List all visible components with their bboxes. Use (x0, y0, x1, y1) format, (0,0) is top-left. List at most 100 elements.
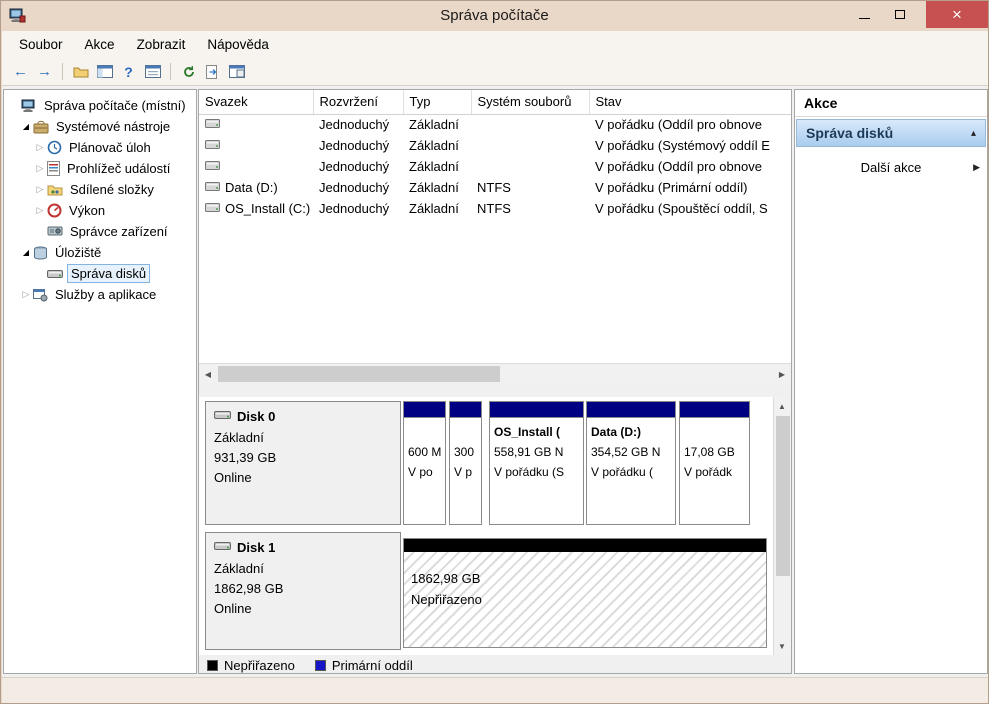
menu-soubor[interactable]: Soubor (8, 33, 74, 56)
close-button[interactable]: × (926, 1, 988, 28)
volume-row[interactable]: Data (D:) Jednoduchý Základní NTFS V poř… (199, 177, 791, 198)
partition-efi[interactable]: 300 V p (449, 401, 482, 525)
cell-type: Základní (403, 114, 471, 135)
new-window-icon[interactable] (226, 61, 247, 82)
tree-root-label: Správa počítače (místní) (41, 97, 189, 114)
partition-color-bar (450, 402, 481, 418)
tree-item-device-manager[interactable]: Správce zařízení (4, 221, 196, 242)
cell-filesystem: NTFS (471, 177, 589, 198)
volume-row[interactable]: OS_Install (C:) Jednoduchý Základní NTFS… (199, 198, 791, 219)
cell-layout: Jednoduchý (313, 114, 403, 135)
unallocated-region[interactable]: 1862,98 GB Nepřiřazeno (403, 538, 767, 648)
tree-item-task-scheduler[interactable]: ▷ Plánovač úloh (4, 137, 196, 158)
volume-list: Svazek Rozvržení Typ Systém souborů Stav… (199, 90, 791, 219)
scroll-up-icon[interactable]: ▲ (773, 397, 791, 415)
cell-volume-name (199, 135, 313, 156)
expanded-twisty-icon[interactable]: ◢ (20, 122, 32, 131)
tree-item-label: Výkon (66, 202, 108, 219)
show-console-tree-icon[interactable] (94, 61, 115, 82)
cell-filesystem (471, 114, 589, 135)
disk-icon (214, 407, 231, 427)
disk-status: Online (214, 599, 392, 619)
cell-type: Základní (403, 177, 471, 198)
collapsed-twisty-icon[interactable]: ▷ (34, 184, 46, 195)
system-tools-icon (33, 120, 49, 134)
legend-unallocated-swatch (207, 660, 218, 671)
vertical-scrollbar[interactable]: ▲ ▼ (773, 397, 791, 655)
more-actions[interactable]: Další akce ▶ (795, 155, 987, 179)
export-list-icon[interactable] (202, 61, 223, 82)
col-header-system-souboru[interactable]: Systém souborů (471, 90, 589, 114)
vscroll-thumb[interactable] (776, 416, 790, 576)
col-header-svazek[interactable]: Svazek (199, 90, 313, 114)
scroll-left-icon[interactable]: ◀ (199, 365, 217, 383)
tree-item-disk-management[interactable]: Správa disků (4, 263, 196, 284)
tree-item-label: Plánovač úloh (66, 139, 154, 156)
pane-splitter[interactable] (199, 383, 791, 397)
properties-window-icon[interactable] (142, 61, 163, 82)
actions-section-sprava-disku[interactable]: Správa disků ▴ (796, 119, 986, 147)
drive-icon (205, 138, 220, 153)
back-icon[interactable]: ← (10, 61, 31, 82)
tree-item-label: Úložiště (52, 244, 104, 261)
cell-volume-name: Data (D:) (199, 177, 313, 198)
tree-root-computer-management[interactable]: Správa počítače (místní) (4, 95, 196, 116)
disk-graphical-view: Disk 0 Základní 931,39 GB Online 600 M V… (199, 397, 791, 655)
scroll-down-icon[interactable]: ▼ (773, 637, 791, 655)
collapsed-twisty-icon[interactable]: ▷ (34, 142, 46, 153)
tree-item-storage[interactable]: ◢ Úložiště (4, 242, 196, 263)
disk1-info[interactable]: Disk 1 Základní 1862,98 GB Online (205, 532, 401, 650)
up-one-level-icon[interactable] (70, 61, 91, 82)
cell-type: Základní (403, 156, 471, 177)
disk0-info[interactable]: Disk 0 Základní 931,39 GB Online (205, 401, 401, 525)
tree-item-services-applications[interactable]: ▷ Služby a aplikace (4, 284, 196, 305)
minimize-button[interactable] (847, 1, 881, 28)
scroll-right-icon[interactable]: ▶ (773, 365, 791, 383)
cell-volume-name: OS_Install (C:) (199, 198, 313, 219)
drive-icon (205, 159, 220, 174)
maximize-icon (895, 10, 905, 19)
partition-data[interactable]: Data (D:) 354,52 GB N V pořádku ( (586, 401, 676, 525)
tree-item-label-selected: Správa disků (67, 264, 150, 283)
cell-filesystem (471, 156, 589, 177)
disk-type: Základní (214, 428, 392, 448)
legend-unallocated-label: Nepřiřazeno (224, 658, 295, 673)
partition-recovery-2[interactable]: 17,08 GB V pořádk (679, 401, 750, 525)
tree-item-event-viewer[interactable]: ▷ Prohlížeč událostí (4, 158, 196, 179)
partition-status: V pořádku (S (494, 462, 581, 482)
disk-type: Základní (214, 559, 392, 579)
collapsed-twisty-icon[interactable]: ▷ (34, 163, 46, 174)
tree-item-performance[interactable]: ▷ Výkon (4, 200, 196, 221)
tree-item-label: Prohlížeč událostí (64, 160, 173, 177)
device-manager-icon (47, 225, 63, 238)
tree-item-shared-folders[interactable]: ▷ Sdílené složky (4, 179, 196, 200)
col-header-typ[interactable]: Typ (403, 90, 471, 114)
refresh-icon[interactable] (178, 61, 199, 82)
drive-icon (205, 180, 220, 195)
console-tree: Správa počítače (místní) ◢ Systémové nás… (4, 90, 196, 305)
menu-zobrazit[interactable]: Zobrazit (126, 33, 197, 56)
hscroll-thumb[interactable] (218, 366, 500, 382)
col-header-rozvrzeni[interactable]: Rozvržení (313, 90, 403, 114)
partition-size: 558,91 GB N (494, 442, 581, 462)
computer-icon (21, 99, 37, 113)
forward-icon[interactable]: → (34, 61, 55, 82)
menu-napoveda[interactable]: Nápověda (196, 33, 280, 56)
partition-os-install[interactable]: OS_Install ( 558,91 GB N V pořádku (S (489, 401, 584, 525)
collapsed-twisty-icon[interactable]: ▷ (20, 289, 32, 300)
close-icon: × (952, 5, 962, 25)
expanded-twisty-icon[interactable]: ◢ (20, 248, 32, 257)
collapsed-twisty-icon[interactable]: ▷ (34, 205, 46, 216)
volume-row[interactable]: Jednoduchý Základní V pořádku (Systémový… (199, 135, 791, 156)
help-icon[interactable]: ? (118, 61, 139, 82)
partition-recovery-1[interactable]: 600 M V po (403, 401, 446, 525)
cell-volume-name (199, 114, 313, 135)
menu-akce[interactable]: Akce (74, 33, 126, 56)
col-header-stav[interactable]: Stav (589, 90, 791, 114)
maximize-button[interactable] (883, 1, 917, 28)
horizontal-scrollbar[interactable]: ◀ ▶ (199, 363, 791, 383)
unallocated-label: Nepřiřazeno (411, 589, 766, 610)
tree-item-system-tools[interactable]: ◢ Systémové nástroje (4, 116, 196, 137)
volume-row[interactable]: Jednoduchý Základní V pořádku (Oddíl pro… (199, 114, 791, 135)
volume-row[interactable]: Jednoduchý Základní V pořádku (Oddíl pro… (199, 156, 791, 177)
